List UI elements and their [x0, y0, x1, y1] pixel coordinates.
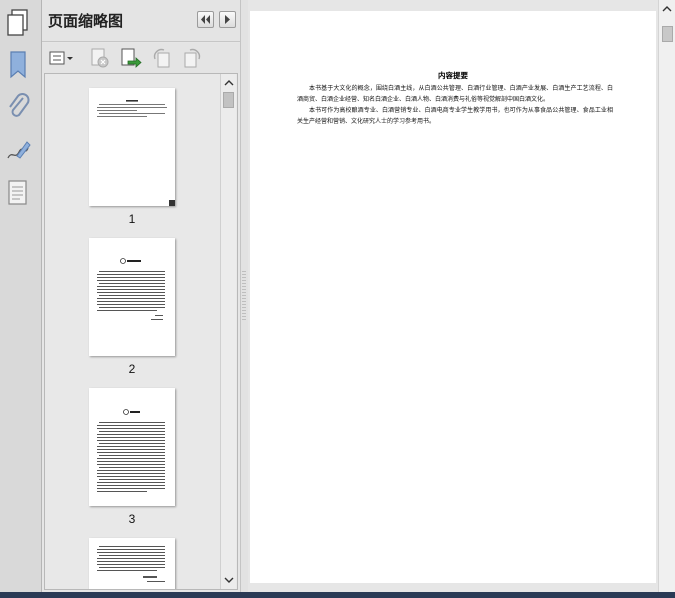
doc-scroll-up-icon[interactable]: [659, 2, 675, 16]
page-4-preview: [97, 546, 165, 582]
page-number-3: 3: [128, 512, 136, 526]
collapse-panel-button[interactable]: [197, 11, 214, 28]
double-left-arrow-icon: [201, 15, 210, 24]
thumbnail-scroll-thumb[interactable]: [223, 92, 234, 108]
document-paragraph-2: 本书可作为高校酿酒专业、白酒营销专业、白酒电商专业学生教学用书，也可作为从事食品…: [297, 107, 613, 125]
grip-icon: [242, 271, 246, 321]
document-page: 内容提要 本书基于大文化的概念，围绕白酒主线，从白酒公共管理、白酒行业管理、白酒…: [250, 11, 656, 583]
panel-header: 页面缩略图: [42, 0, 240, 42]
scroll-up-icon[interactable]: [221, 76, 237, 90]
document-paragraph-1: 本书基于大文化的概念，围绕白酒主线，从白酒公共管理、白酒行业管理、白酒产业发展、…: [297, 85, 613, 103]
left-tool-rail: [0, 0, 42, 592]
signature-icon[interactable]: [5, 136, 31, 166]
thumbnail-list[interactable]: 1 2 3: [44, 73, 238, 590]
page-thumbnail-4[interactable]: [89, 538, 175, 589]
delete-page-button[interactable]: [88, 47, 112, 69]
extract-page-icon: [121, 48, 142, 68]
page-thumbnails-panel: 页面缩略图 1 2 3: [42, 0, 240, 592]
document-body: 本书基于大文化的概念，围绕白酒主线，从白酒公共管理、白酒行业管理、白酒产业发展、…: [297, 83, 613, 127]
page-number-2: 2: [128, 362, 136, 376]
page-number-1: 1: [128, 212, 136, 226]
document-title: 内容提要: [438, 71, 468, 80]
rotate-cw-icon: [184, 48, 201, 68]
pages-icon[interactable]: [6, 8, 32, 38]
thumbnail-scrollbar[interactable]: [220, 74, 236, 589]
document-scroll-thumb[interactable]: [662, 26, 673, 42]
page-thumbnail-3[interactable]: [89, 388, 175, 506]
thumbnail-options-button[interactable]: [48, 47, 76, 69]
thumbnail-options-icon: [49, 51, 73, 65]
taskbar-strip: [0, 592, 675, 598]
page-3-preview: [97, 409, 165, 492]
document-view: 内容提要 本书基于大文化的概念，围绕白酒主线，从白酒公共管理、白酒行业管理、白酒…: [248, 0, 658, 592]
page-2-preview: [97, 258, 165, 320]
extract-page-button[interactable]: [118, 47, 142, 69]
right-arrow-icon: [225, 15, 230, 24]
page-thumbnail-1[interactable]: [89, 88, 175, 206]
attachment-icon[interactable]: [5, 92, 31, 122]
page-1-preview: [97, 100, 175, 206]
panel-title: 页面缩略图: [48, 12, 124, 30]
panel-splitter[interactable]: [240, 0, 248, 592]
page-thumbnail-2[interactable]: [89, 238, 175, 356]
scroll-down-icon[interactable]: [221, 573, 237, 587]
document-scrollbar[interactable]: [658, 0, 675, 592]
thumbnail-toolbar: [42, 43, 240, 73]
bookmark-icon[interactable]: [5, 50, 31, 80]
rotate-cw-button[interactable]: [180, 47, 204, 69]
page-layers-icon[interactable]: [5, 178, 31, 208]
rotate-ccw-icon: [153, 48, 170, 68]
rotate-ccw-button[interactable]: [150, 47, 174, 69]
expand-panel-button[interactable]: [219, 11, 236, 28]
delete-page-icon: [91, 48, 109, 68]
